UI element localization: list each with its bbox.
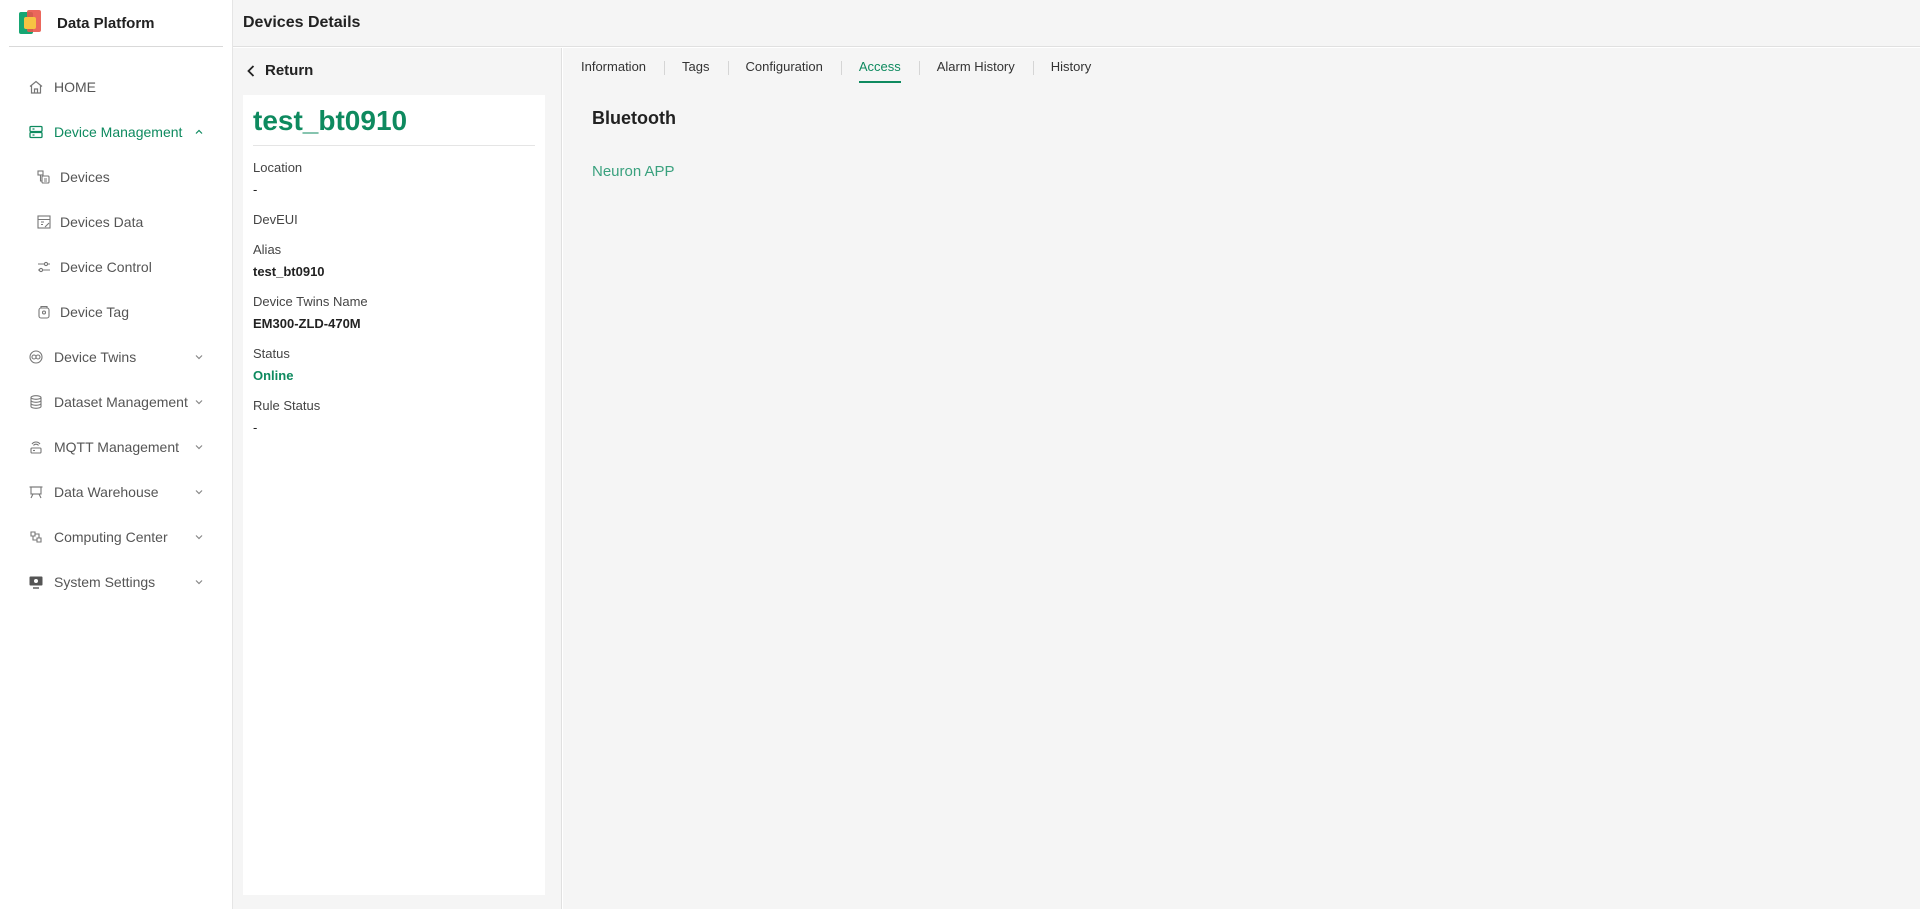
chevron-down-icon: [195, 444, 203, 449]
monitor-settings-icon: [28, 574, 44, 590]
sidebar-item-device-tag[interactable]: Device Tag: [0, 289, 232, 334]
computing-icon: [28, 529, 44, 545]
twins-icon: [28, 349, 44, 365]
section-title-bluetooth: Bluetooth: [592, 108, 676, 128]
device-detail-panel: Return test_bt0910 Location - DevEUI Ali…: [233, 48, 562, 909]
device-info-card: test_bt0910 Location - DevEUI Alias test…: [243, 95, 545, 895]
sidebar-item-label: Computing Center: [54, 528, 168, 545]
field-label: DevEUI: [253, 212, 298, 227]
tab-history[interactable]: History: [1032, 48, 1109, 84]
home-icon: [28, 79, 44, 95]
return-button[interactable]: Return: [245, 62, 313, 79]
chevron-down-icon: [195, 354, 203, 359]
field-rule-status: Rule Status -: [253, 398, 535, 436]
sidebar-item-label: Devices: [60, 168, 110, 185]
chevron-down-icon: [195, 534, 203, 539]
sidebar-item-label: Device Control: [60, 258, 152, 275]
sidebar-item-label: Devices Data: [60, 213, 144, 230]
field-status: Status Online: [253, 346, 535, 384]
sidebar-item-device-control[interactable]: Device Control: [0, 244, 232, 289]
sidebar-item-devices[interactable]: Devices: [0, 154, 232, 199]
tag-icon: [36, 304, 52, 320]
sidebar-nav: HOME Device Management Devices Devices D…: [0, 47, 232, 604]
chevron-down-icon: [195, 399, 203, 404]
chevron-left-icon: [247, 64, 255, 77]
sidebar-item-label: Device Management: [54, 123, 183, 140]
page-header: Devices Details: [233, 0, 1920, 47]
brand[interactable]: Data Platform: [9, 0, 223, 47]
sidebar-item-data-warehouse[interactable]: Data Warehouse: [0, 469, 232, 514]
field-value: -: [253, 182, 258, 197]
broadcast-icon: [28, 439, 44, 455]
sidebar-item-label: System Settings: [54, 573, 156, 590]
field-label: Status: [253, 346, 290, 361]
neuron-app-link[interactable]: Neuron APP: [592, 163, 675, 180]
sidebar-item-device-twins[interactable]: Device Twins: [0, 334, 232, 379]
chevron-down-icon: [195, 489, 203, 494]
database-icon: [28, 394, 44, 410]
tab-tags[interactable]: Tags: [664, 48, 727, 84]
sidebar-item-label: HOME: [54, 78, 96, 95]
field-label: Rule Status: [253, 398, 321, 413]
field-location: Location -: [253, 160, 535, 198]
sidebar-item-label: Device Tag: [60, 303, 130, 320]
page-title: Devices Details: [243, 14, 361, 31]
sidebar: Data Platform HOME Device Management Dev…: [0, 0, 233, 909]
devices-icon: [36, 169, 52, 185]
devices-data-icon: [36, 214, 52, 230]
sidebar-item-device-management[interactable]: Device Management: [0, 109, 232, 154]
sliders-icon: [36, 259, 52, 275]
brand-logo-icon: [19, 10, 43, 36]
tab-configuration[interactable]: Configuration: [727, 48, 841, 84]
sidebar-item-label: Device Twins: [54, 348, 137, 365]
sidebar-item-dataset-management[interactable]: Dataset Management: [0, 379, 232, 424]
sidebar-item-label: Dataset Management: [54, 393, 188, 410]
field-label: Alias: [253, 242, 282, 257]
server-icon: [28, 124, 44, 140]
field-value: test_bt0910: [253, 264, 325, 279]
sidebar-item-devices-data[interactable]: Devices Data: [0, 199, 232, 244]
sidebar-item-home[interactable]: HOME: [0, 64, 232, 109]
field-value: -: [253, 420, 258, 435]
field-alias: Alias test_bt0910: [253, 242, 535, 280]
status-badge: Online: [253, 368, 294, 383]
sidebar-item-computing-center[interactable]: Computing Center: [0, 514, 232, 559]
detail-tabs: Information Tags Configuration Access Al…: [563, 48, 1920, 84]
tab-access[interactable]: Access: [840, 48, 919, 84]
chevron-up-icon: [195, 129, 203, 134]
field-deveui: DevEUI: [253, 212, 535, 228]
field-label: Device Twins Name: [253, 294, 368, 309]
sidebar-item-mqtt-management[interactable]: MQTT Management: [0, 424, 232, 469]
field-label: Location: [253, 160, 303, 175]
field-device-twins-name: Device Twins Name EM300-ZLD-470M: [253, 294, 535, 332]
sidebar-item-label: MQTT Management: [54, 438, 180, 455]
main-content: Information Tags Configuration Access Al…: [563, 48, 1920, 909]
brand-name: Data Platform: [57, 14, 155, 32]
sidebar-item-system-settings[interactable]: System Settings: [0, 559, 232, 604]
tab-alarm-history[interactable]: Alarm History: [918, 48, 1033, 84]
sidebar-item-label: Data Warehouse: [54, 483, 159, 500]
return-label: Return: [265, 62, 314, 79]
chevron-down-icon: [195, 579, 203, 584]
tab-information[interactable]: Information: [581, 48, 664, 84]
warehouse-icon: [28, 484, 44, 500]
device-name: test_bt0910: [253, 105, 535, 146]
field-value: EM300-ZLD-470M: [253, 316, 361, 331]
